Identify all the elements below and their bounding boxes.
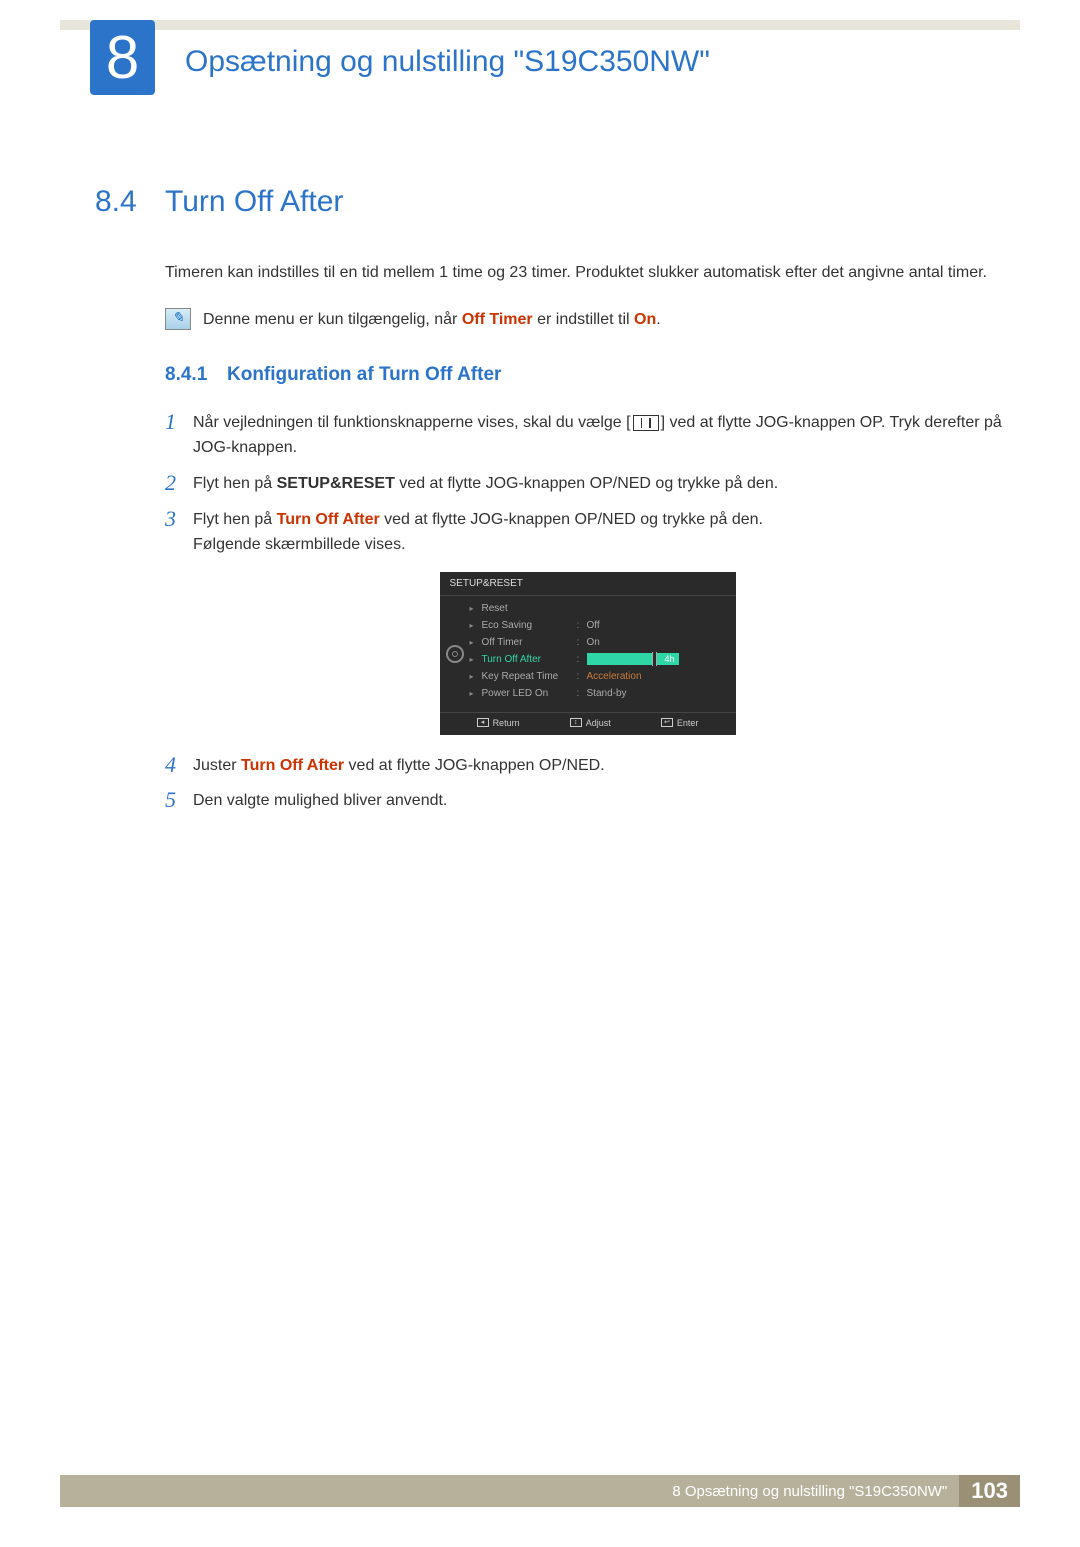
osd-row-powerled: ▸ Power LED On : Stand-by (470, 685, 728, 702)
note-mid: er indstillet til (533, 311, 634, 328)
osd-footer-return: ◂ Return (477, 718, 520, 728)
page-footer: 8 Opsætning og nulstilling "S19C350NW" 1… (60, 1475, 1020, 1507)
osd-footer-adjust: ↕ Adjust (570, 718, 611, 728)
chapter-number: 8 (106, 23, 139, 92)
step-2-number: 2 (165, 471, 193, 495)
section-title: Turn Off After (165, 185, 343, 219)
footer-text: 8 Opsætning og nulstilling "S19C350NW" (672, 1483, 959, 1500)
arrow-icon: ▸ (470, 655, 482, 664)
step-3-text: Flyt hen på Turn Off After ved at flytte… (193, 507, 1010, 558)
arrow-icon: ▸ (470, 689, 482, 698)
osd-rows: ▸ Reset ▸ Eco Saving : Off ▸ Off Timer :… (470, 596, 736, 712)
osd-label: Power LED On (482, 688, 577, 699)
osd-colon: : (577, 671, 587, 682)
subsection-title: Konfiguration af Turn Off After (227, 364, 501, 386)
step-5-number: 5 (165, 788, 193, 812)
osd-label: Eco Saving (482, 620, 577, 631)
osd-footer-enter: ↩ Enter (661, 718, 699, 728)
enter-icon: ↩ (661, 718, 673, 727)
osd-footer: ◂ Return ↕ Adjust ↩ Enter (440, 712, 736, 735)
section-heading: 8.4 Turn Off After (95, 185, 1010, 219)
arrow-icon: ▸ (470, 638, 482, 647)
step-5-text: Den valgte mulighed bliver anvendt. (193, 788, 1010, 814)
osd-label: Reset (482, 603, 577, 614)
adjust-icon: ↕ (570, 718, 582, 727)
step-3-number: 3 (165, 507, 193, 531)
arrow-icon: ▸ (470, 621, 482, 630)
step-4: 4 Juster Turn Off After ved at flytte JO… (165, 753, 1010, 779)
step-1-text: Når vejledningen til funktionsknapperne … (193, 410, 1010, 461)
note-text: Denne menu er kun tilgængelig, når Off T… (203, 308, 661, 332)
step-5: 5 Den valgte mulighed bliver anvendt. (165, 788, 1010, 814)
step-4-number: 4 (165, 753, 193, 777)
note-bold1: Off Timer (462, 311, 533, 328)
note-row: ✎ Denne menu er kun tilgængelig, når Off… (165, 308, 1010, 332)
osd-colon: : (577, 620, 587, 631)
step-list: 1 Når vejledningen til funktionsknappern… (165, 410, 1010, 814)
step-3-b: ved at flytte JOG-knappen OP/NED og tryk… (380, 511, 763, 528)
step-3: 3 Flyt hen på Turn Off After ved at flyt… (165, 507, 1010, 558)
step-2: 2 Flyt hen på SETUP&RESET ved at flytte … (165, 471, 1010, 497)
subsection-number: 8.4.1 (165, 364, 227, 386)
osd-colon: : (577, 637, 587, 648)
arrow-icon: ▸ (470, 604, 482, 613)
osd-label: Key Repeat Time (482, 671, 577, 682)
osd-row-reset: ▸ Reset (470, 600, 728, 617)
osd-title: SETUP&RESET (440, 572, 736, 596)
osd-row-offtimer: ▸ Off Timer : On (470, 634, 728, 651)
osd-value: Stand-by (587, 688, 728, 699)
step-2-a: Flyt hen på (193, 475, 277, 492)
osd-row-keyrepeat: ▸ Key Repeat Time : Acceleration (470, 668, 728, 685)
page-number: 103 (971, 1478, 1008, 1504)
step-4-b: ved at flytte JOG-knappen OP/NED. (344, 757, 605, 774)
page-content: 8.4 Turn Off After Timeren kan indstille… (95, 185, 1010, 814)
section-number: 8.4 (95, 185, 165, 219)
footer-page-box: 103 (959, 1475, 1020, 1507)
osd-body: ▸ Reset ▸ Eco Saving : Off ▸ Off Timer :… (440, 596, 736, 712)
arrow-icon: ▸ (470, 672, 482, 681)
osd-value: Acceleration (587, 671, 728, 682)
note-bold2: On (634, 311, 656, 328)
menu-icon (633, 415, 659, 431)
subsection-heading: 8.4.1 Konfiguration af Turn Off After (165, 364, 1010, 386)
chapter-number-box: 8 (90, 20, 155, 95)
osd-colon: : (577, 654, 587, 665)
note-icon: ✎ (165, 308, 191, 330)
osd-slider: 4h (587, 653, 679, 665)
osd-return-label: Return (493, 718, 520, 728)
step-1-a: Når vejledningen til funktionsknapperne … (193, 414, 631, 431)
step-2-bold: SETUP&RESET (277, 475, 395, 492)
step-2-b: ved at flytte JOG-knappen OP/NED og tryk… (395, 475, 778, 492)
osd-row-turnoffafter: ▸ Turn Off After : 4h (470, 651, 728, 668)
chapter-header: 8 Opsætning og nulstilling "S19C350NW" (0, 20, 1080, 95)
step-3-bold: Turn Off After (277, 511, 380, 528)
osd-left-icon-col (440, 596, 470, 712)
note-suffix: . (656, 311, 660, 328)
step-3-a: Flyt hen på (193, 511, 277, 528)
osd-value: Off (587, 620, 728, 631)
osd-row-eco: ▸ Eco Saving : Off (470, 617, 728, 634)
note-prefix: Denne menu er kun tilgængelig, når (203, 311, 462, 328)
osd-label: Turn Off After (482, 654, 577, 665)
return-icon: ◂ (477, 718, 489, 727)
step-1: 1 Når vejledningen til funktionsknappern… (165, 410, 1010, 461)
section-intro: Timeren kan indstilles til en tid mellem… (165, 261, 1010, 286)
osd-enter-label: Enter (677, 718, 699, 728)
osd-label: Off Timer (482, 637, 577, 648)
chapter-title: Opsætning og nulstilling "S19C350NW" (185, 45, 710, 79)
osd-colon: : (577, 688, 587, 699)
step-2-text: Flyt hen på SETUP&RESET ved at flytte JO… (193, 471, 1010, 497)
step-1-number: 1 (165, 410, 193, 434)
step-3-c: Følgende skærmbillede vises. (193, 536, 406, 553)
osd-adjust-label: Adjust (586, 718, 611, 728)
osd-menu: SETUP&RESET ▸ Reset ▸ Eco Saving : Off (440, 572, 736, 735)
gear-icon (446, 645, 464, 663)
step-4-bold: Turn Off After (241, 757, 344, 774)
step-4-text: Juster Turn Off After ved at flytte JOG-… (193, 753, 1010, 779)
step-4-a: Juster (193, 757, 241, 774)
osd-value: On (587, 637, 728, 648)
osd-slider-value: 4h (664, 654, 678, 664)
